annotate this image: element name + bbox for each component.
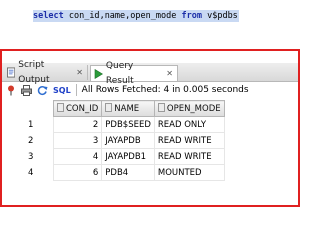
tab-query-result[interactable]: Query Result ✕	[90, 61, 178, 86]
cell-con-id[interactable]: 2	[52, 116, 103, 133]
table-row[interactable]: 2 3 JAYAPDB READ WRITE	[10, 132, 225, 149]
sql-table-name: v$pdbs	[207, 11, 238, 21]
results-header-row: CON_ID NAME OPEN_MODE	[10, 100, 225, 117]
cell-name[interactable]: PDB4	[101, 164, 155, 181]
sql-statement[interactable]: select con_id,name,open_mode from v$pdbs	[33, 10, 239, 22]
cell-open-mode[interactable]: MOUNTED	[153, 164, 225, 181]
close-icon[interactable]: ✕	[166, 66, 173, 81]
row-number: 1	[28, 119, 34, 130]
results-tab-bar: Script Output ✕ Query Result ✕	[2, 60, 298, 86]
results-toolbar: SQL All Rows Fetched: 4 in 0.005 seconds	[2, 82, 298, 98]
sql-keyword-from: from	[181, 11, 202, 21]
toolbar-separator	[75, 84, 77, 96]
table-row[interactable]: 4 6 PDB4 MOUNTED	[10, 164, 225, 181]
fetch-status: All Rows Fetched: 4 in 0.005 seconds	[81, 85, 249, 95]
column-header-label: NAME	[114, 104, 140, 114]
row-number: 3	[28, 151, 34, 162]
row-number: 2	[28, 135, 34, 146]
row-number: 4	[28, 167, 34, 178]
cell-name[interactable]: PDB$SEED	[101, 116, 155, 133]
column-header-open-mode[interactable]: OPEN_MODE	[153, 100, 225, 117]
pin-icon[interactable]	[6, 85, 16, 96]
cell-name[interactable]: JAYAPDB1	[101, 148, 155, 165]
column-sort-icon	[157, 103, 165, 112]
table-row[interactable]: 1 2 PDB$SEED READ ONLY	[10, 116, 225, 133]
tab-script-output[interactable]: Script Output ✕	[4, 60, 88, 85]
sql-button[interactable]: SQL	[53, 86, 71, 95]
cell-open-mode[interactable]: READ ONLY	[153, 116, 225, 133]
sql-keyword-select: select	[33, 11, 64, 21]
column-sort-icon	[57, 103, 64, 112]
cell-name[interactable]: JAYAPDB	[101, 132, 155, 149]
sql-column-con-id: con_id	[68, 11, 100, 21]
column-header-label: CON_ID	[66, 104, 99, 114]
table-row[interactable]: 3 4 JAYAPDB1 READ WRITE	[10, 148, 225, 165]
cell-open-mode[interactable]: READ WRITE	[153, 148, 225, 165]
print-icon[interactable]	[21, 84, 32, 96]
cell-con-id[interactable]: 6	[52, 164, 103, 181]
column-sort-icon	[105, 103, 113, 112]
script-doc-icon	[7, 67, 16, 78]
sql-column-name: name	[104, 11, 126, 21]
results-grid: CON_ID NAME OPEN_MODE 1 2 PDB$SEED READ …	[10, 100, 225, 181]
row-number-header	[10, 100, 54, 117]
cell-open-mode[interactable]: READ WRITE	[153, 132, 225, 149]
play-icon	[94, 68, 103, 79]
column-header-con-id[interactable]: CON_ID	[52, 100, 103, 117]
column-header-label: OPEN_MODE	[166, 104, 221, 114]
cell-con-id[interactable]: 4	[52, 148, 103, 165]
column-header-name[interactable]: NAME	[101, 100, 155, 117]
sql-column-open-mode: open_mode	[130, 11, 177, 21]
cell-con-id[interactable]: 3	[52, 132, 103, 149]
refresh-icon[interactable]	[37, 85, 48, 96]
close-icon[interactable]: ✕	[76, 65, 83, 80]
